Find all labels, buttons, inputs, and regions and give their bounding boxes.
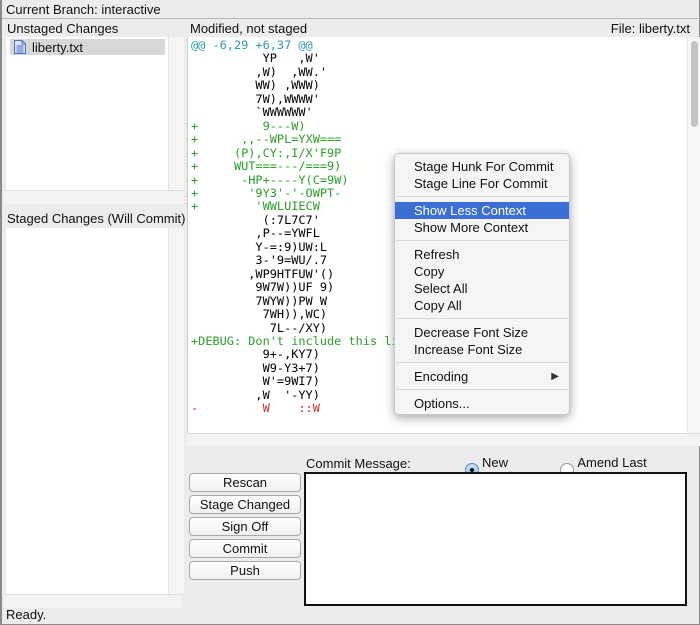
diff-line-ctx: WW) ,WWW): [191, 78, 320, 93]
menu-item-refresh[interactable]: Refresh: [395, 246, 569, 263]
sign-off-button[interactable]: Sign Off: [189, 517, 301, 536]
menu-item-copy[interactable]: Copy: [395, 263, 569, 280]
current-branch-label: Current Branch: interactive: [6, 2, 161, 17]
menu-item-show-less-context[interactable]: Show Less Context: [395, 202, 569, 219]
diff-scrollbar[interactable]: [687, 37, 700, 433]
diff-line-ctx: 9W7W))UF 9): [191, 280, 335, 295]
diff-line-ctx: ,W '-YY): [191, 387, 320, 402]
diff-line-ctx: 7WYW))PW W: [191, 293, 328, 308]
menu-item-stage-hunk-for-commit[interactable]: Stage Hunk For Commit: [395, 158, 569, 175]
menu-separator: [396, 362, 568, 363]
diff-line-add: + -HP+----Y(C=9W): [191, 172, 349, 187]
git-gui-window: Current Branch: interactive Unstaged Cha…: [0, 0, 700, 625]
menu-item-decrease-font-size[interactable]: Decrease Font Size: [395, 324, 569, 341]
diff-hscroll[interactable]: [187, 433, 700, 446]
menu-item-label: Select All: [414, 281, 468, 296]
stage-changed-button[interactable]: Stage Changed: [189, 495, 301, 514]
diff-line-del: - W ::W: [191, 401, 320, 416]
diff-line-ctx: 7L--/XY): [191, 320, 328, 335]
diff-file-label: File: liberty.txt: [610, 21, 690, 36]
menu-item-increase-font-size[interactable]: Increase Font Size: [395, 341, 569, 358]
menu-separator: [396, 196, 568, 197]
diff-line-ctx: W9-Y3+7): [191, 360, 320, 375]
diff-header: Modified, not staged File: liberty.txt: [188, 19, 700, 37]
diff-line-add: + ,,--WPL=YXW===: [191, 132, 342, 147]
menu-item-options[interactable]: Options...: [395, 395, 569, 412]
rescan-button[interactable]: Rescan: [189, 473, 301, 492]
menu-item-label: Decrease Font Size: [414, 325, 529, 340]
staged-file-list[interactable]: [6, 228, 169, 594]
menu-item-label: Options...: [414, 396, 470, 411]
menu-item-stage-line-for-commit[interactable]: Stage Line For Commit: [395, 175, 569, 192]
file-name: liberty.txt: [32, 39, 84, 55]
submenu-arrow-icon: ▶: [551, 371, 559, 382]
diff-line-ctx: ,W) ,WW.': [191, 64, 328, 79]
staged-scrollbar[interactable]: [168, 228, 184, 594]
push-button[interactable]: Push: [189, 561, 301, 580]
diff-lines: @@ -6,29 +6,37 @@ YP ,W' ,W) ,WW.' WW) ,…: [191, 38, 421, 416]
menu-item-select-all[interactable]: Select All: [395, 280, 569, 297]
menu-separator: [396, 318, 568, 319]
diff-line-ctx: `WWWWWW': [191, 105, 313, 120]
menu-item-label: Show More Context: [414, 220, 529, 235]
menu-item-label: Copy: [414, 264, 445, 279]
menu-item-label: Stage Hunk For Commit: [414, 159, 554, 174]
text-file-icon: [14, 40, 26, 54]
diff-line-add: + WUT===---/===9): [191, 159, 342, 174]
commit-message-input[interactable]: [304, 472, 687, 606]
diff-line-ctx: YP ,W': [191, 51, 320, 66]
commit-button[interactable]: Commit: [189, 539, 301, 558]
menu-item-encoding[interactable]: Encoding ▶: [395, 368, 569, 385]
menu-item-label: Refresh: [414, 247, 460, 262]
menu-separator: [396, 389, 568, 390]
file-item-liberty[interactable]: liberty.txt: [10, 39, 165, 55]
menu-item-label: Encoding: [414, 369, 469, 384]
unstaged-hscroll[interactable]: [4, 190, 184, 204]
staged-changes-title: Staged Changes (Will Commit): [7, 211, 186, 226]
menu-item-show-more-context[interactable]: Show More Context: [395, 219, 569, 236]
menu-item-label: Stage Line For Commit: [414, 176, 548, 191]
diff-line-ctx: 7WH)),WC): [191, 307, 328, 322]
diff-line-ctx: Y-=:9)UW:L: [191, 239, 328, 254]
menu-separator: [396, 240, 568, 241]
menu-item-copy-all[interactable]: Copy All: [395, 297, 569, 314]
unstaged-scrollbar[interactable]: [168, 37, 184, 190]
diff-line-ctx: ,P--=YWFL: [191, 226, 320, 241]
unstaged-file-list[interactable]: liberty.txt: [6, 37, 169, 190]
diff-line-ctx: (:7L7C7': [191, 212, 320, 227]
diff-line-ctx: 3-'9=WU/.7: [191, 253, 328, 268]
diff-line-ctx: 7W),WWWW': [191, 91, 320, 106]
staged-hscroll[interactable]: [4, 594, 182, 608]
status-bar: Ready.: [6, 607, 47, 622]
unstaged-changes-title: Unstaged Changes: [7, 21, 119, 36]
commit-message-label: Commit Message:: [306, 456, 411, 471]
diff-line-ctx: 9+-,KY7): [191, 347, 320, 362]
diff-scroll-thumb[interactable]: [691, 41, 698, 127]
action-buttons: Rescan Stage Changed Sign Off Commit Pus…: [189, 473, 301, 583]
menu-item-label: Copy All: [414, 298, 462, 313]
diff-line-hunk: @@ -6,29 +6,37 @@: [191, 38, 313, 52]
diff-line-ctx: ,WP9HTFUW'(): [191, 266, 335, 281]
menu-item-label: Show Less Context: [414, 203, 527, 218]
diff-line-add: + (P),CY:,I/X'F9P: [191, 145, 342, 160]
diff-line-add: + '9Y3'-'-OWPT-: [191, 185, 342, 200]
diff-line-ctx: W'=9WI7): [191, 374, 320, 389]
diff-line-add: +DEBUG: Don't include this line.: [191, 333, 421, 348]
menu-item-label: Increase Font Size: [414, 342, 523, 357]
diff-line-add: + 9---W): [191, 118, 306, 133]
diff-status-label: Modified, not staged: [190, 21, 308, 36]
context-menu: Stage Hunk For Commit Stage Line For Comm…: [394, 153, 570, 415]
diff-line-add: + 'WWLUIECW: [191, 199, 320, 214]
